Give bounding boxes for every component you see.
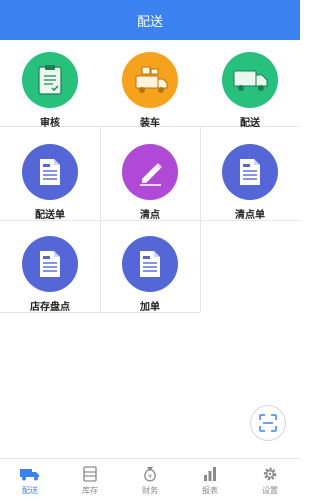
delivery-truck-icon [222,52,278,108]
grid-item-count[interactable]: 清点 [100,144,200,221]
grid-item-add-order[interactable]: 加单 [100,236,200,313]
grid-item-count-order[interactable]: 清点单 [200,144,300,221]
svg-text:¥: ¥ [148,473,152,480]
tab-label: 财务 [142,485,158,495]
tab-label: 配送 [22,485,38,495]
scan-icon [259,414,277,432]
grid-item-label: 店存盘点 [30,302,70,313]
document-icon [122,236,178,292]
tab-label: 库存 [82,485,98,495]
grid-item-label: 配送 [240,118,260,129]
tab-label: 报表 [202,485,218,495]
clipboard-icon [22,52,78,108]
grid-item-label: 装车 [140,118,160,129]
bar-chart-icon [202,465,218,483]
grid-item-label: 配送单 [35,210,65,221]
truck-icon [19,465,41,483]
pencil-icon [122,144,178,200]
money-bag-icon: ¥ [142,465,158,483]
document-icon [22,144,78,200]
page-title: 配送 [136,14,163,30]
tab-delivery[interactable]: 配送 [0,459,60,501]
app-header: 配送 [0,0,300,40]
grid-item-label: 清点单 [235,210,265,221]
grid-item-label: 清点 [140,210,160,221]
loading-truck-icon [122,52,178,108]
tab-label: 设置 [262,485,278,495]
gear-icon [262,465,278,483]
tab-finance[interactable]: ¥ 财务 [120,459,180,501]
grid-item-loading[interactable]: 装车 [100,52,200,129]
inventory-icon [83,465,97,483]
document-icon [222,144,278,200]
document-icon [22,236,78,292]
scan-button[interactable] [250,405,286,441]
tab-inventory[interactable]: 库存 [60,459,120,501]
tab-reports[interactable]: 报表 [180,459,240,501]
bottom-tab-bar: 配送 库存 ¥ 财务 报表 设置 [0,458,300,501]
grid-item-delivery[interactable]: 配送 [200,52,300,129]
grid-item-label: 加单 [140,302,160,313]
grid-item-delivery-order[interactable]: 配送单 [0,144,100,221]
grid-item-review[interactable]: 审核 [0,52,100,129]
grid-item-store-stocktake[interactable]: 店存盘点 [0,236,100,313]
tab-settings[interactable]: 设置 [240,459,300,501]
grid-item-label: 审核 [40,118,60,129]
